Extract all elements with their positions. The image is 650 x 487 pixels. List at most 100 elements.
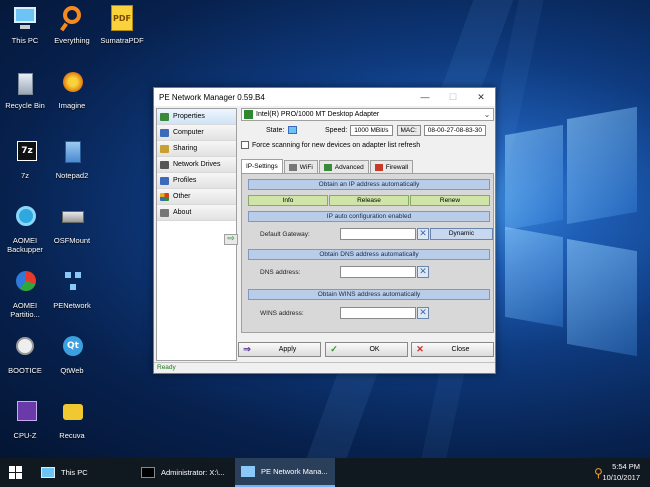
aomei-partition-icon <box>10 270 40 298</box>
obtain-dns-checkbox[interactable]: Obtain DNS address automatically <box>248 249 490 260</box>
penetwork-icon <box>241 466 255 477</box>
tab-bar: IP-Settings WiFi Advanced Firewall <box>241 159 414 173</box>
ok-button[interactable]: ✓ OK <box>325 342 408 357</box>
desktop-icon-osfmount[interactable]: OSFMount <box>47 205 97 245</box>
obtain-ip-checkbox[interactable]: Obtain an IP address automatically <box>248 179 490 190</box>
wifi-icon <box>288 163 297 171</box>
desktop-icon-bootice[interactable]: BOOTICE <box>0 335 50 375</box>
network-state-icon <box>288 126 298 134</box>
pe-network-manager-window: PE Network Manager 0.59.B4 — ☐ ✕ Propert… <box>153 87 496 374</box>
desktop-icon-recuva[interactable]: Recuva <box>47 400 97 440</box>
adapter-select[interactable]: Intel(R) PRO/1000 MT Desktop Adapter ⌄ <box>241 108 494 121</box>
desktop-icon-qtweb[interactable]: Qt QtWeb <box>47 335 97 375</box>
desktop-icon-penetwork[interactable]: PENetwork <box>47 270 97 310</box>
desktop-icon-recycle-bin[interactable]: Recycle Bin <box>0 70 50 110</box>
clear-gateway-icon[interactable]: ✕ <box>417 228 429 240</box>
about-icon <box>160 208 169 217</box>
close-window-button[interactable]: ✕ <box>467 88 495 106</box>
network-drives-icon <box>160 160 169 169</box>
this-pc-icon <box>10 5 40 33</box>
clear-wins-icon[interactable]: ✕ <box>417 307 429 319</box>
desktop-icon-notepad2[interactable]: Notepad2 <box>47 140 97 180</box>
sidebar-item-network-drives[interactable]: Network Drives <box>157 157 236 173</box>
desktop-icon-sumatrapdf[interactable]: PDF SumatraPDF <box>97 5 147 45</box>
windows-logo-wallpaper <box>505 95 637 365</box>
apply-button[interactable]: ⇒ Apply <box>238 342 321 357</box>
title-bar[interactable]: PE Network Manager 0.59.B4 — ☐ ✕ <box>154 88 495 106</box>
other-icon <box>160 192 169 201</box>
taskbar-item-pe-network[interactable]: PE Network Mana... <box>235 458 335 487</box>
desktop-icon-cpu-z[interactable]: CPU-Z <box>0 400 50 440</box>
taskbar-item-this-pc[interactable]: This PC <box>35 458 135 487</box>
cpu-z-icon <box>10 400 40 428</box>
computer-icon <box>160 128 169 137</box>
sidebar-item-profiles[interactable]: Profiles <box>157 173 236 189</box>
tab-ip-settings[interactable]: IP-Settings <box>241 159 283 173</box>
cmd-icon <box>141 467 155 478</box>
sidebar: Properties Computer Sharing Network Driv… <box>156 108 238 361</box>
dynamic-button[interactable]: Dynamic <box>430 228 493 240</box>
sidebar-item-sharing[interactable]: Sharing <box>157 141 236 157</box>
recycle-bin-icon <box>10 70 40 98</box>
ip-auto-config-checkbox[interactable]: IP auto configuration enabled <box>248 211 490 222</box>
adapter-name: Intel(R) PRO/1000 MT Desktop Adapter <box>256 111 380 118</box>
release-button[interactable]: Release <box>329 195 409 206</box>
info-button[interactable]: Info <box>248 195 328 206</box>
recuva-icon <box>57 400 87 428</box>
wins-input[interactable] <box>340 307 416 319</box>
status-bar: Ready <box>154 362 495 373</box>
gateway-label: Default Gateway: <box>260 231 310 238</box>
apply-arrow-icon: ⇒ <box>243 344 251 354</box>
pdf-icon: PDF <box>107 5 137 33</box>
clock[interactable]: 5:54 PM 10/10/2017 <box>602 461 640 483</box>
tab-wifi[interactable]: WiFi <box>283 160 318 173</box>
speed-label: Speed: <box>325 127 348 134</box>
aomei-backupper-icon <box>10 205 40 233</box>
dns-label: DNS address: <box>260 269 301 276</box>
close-button[interactable]: ✕ Close <box>411 342 494 357</box>
adapter-icon <box>244 110 253 119</box>
chevron-down-icon: ⌄ <box>483 110 491 119</box>
7z-icon: 7z <box>10 140 40 168</box>
desktop-icon-aomei-backupper[interactable]: AOMEI Backupper <box>0 205 50 254</box>
start-button[interactable] <box>0 458 30 487</box>
taskbar-item-cmd[interactable]: Administrator: X:\... <box>135 458 235 487</box>
mac-button[interactable]: MAC: <box>396 125 421 136</box>
obtain-wins-checkbox[interactable]: Obtain WINS address automatically <box>248 289 490 300</box>
desktop-icon-7z[interactable]: 7z 7z <box>0 140 50 180</box>
advanced-icon <box>323 163 332 171</box>
force-scan-checkbox[interactable] <box>241 141 249 149</box>
bootice-icon <box>10 335 40 363</box>
taskbar: This PC Administrator: X:\... PE Network… <box>0 458 650 487</box>
properties-panel: Intel(R) PRO/1000 MT Desktop Adapter ⌄ S… <box>241 108 494 333</box>
properties-icon <box>160 112 169 121</box>
sidebar-item-computer[interactable]: Computer <box>157 125 236 141</box>
minimize-button[interactable]: — <box>411 88 439 106</box>
osfmount-icon <box>57 205 87 233</box>
dns-input[interactable] <box>340 266 416 278</box>
sidebar-item-other[interactable]: Other <box>157 189 236 205</box>
sidebar-item-about[interactable]: About <box>157 205 236 221</box>
renew-button[interactable]: Renew <box>410 195 490 206</box>
desktop-icon-everything[interactable]: Everything <box>47 5 97 45</box>
wins-label: WINS address: <box>260 310 304 317</box>
imagine-icon <box>57 70 87 98</box>
profiles-icon <box>160 176 169 185</box>
force-scan-label: Force scanning for new devices on adapte… <box>252 141 421 149</box>
arrow-right-icon[interactable]: ⇨ <box>224 234 238 245</box>
sidebar-item-properties[interactable]: Properties <box>157 109 236 125</box>
tab-firewall[interactable]: Firewall <box>369 160 414 173</box>
desktop-icon-aomei-partition[interactable]: AOMEI Partitio... <box>0 270 50 319</box>
check-icon: ✓ <box>330 344 338 354</box>
clear-dns-icon[interactable]: ✕ <box>417 266 429 278</box>
sharing-icon <box>160 144 169 153</box>
state-label: State: <box>266 126 285 134</box>
gateway-input[interactable] <box>340 228 416 240</box>
tab-advanced[interactable]: Advanced <box>318 160 369 173</box>
desktop-icon-this-pc[interactable]: This PC <box>0 5 50 45</box>
penetwork-icon <box>57 270 87 298</box>
maximize-button[interactable]: ☐ <box>439 88 467 106</box>
clock-date: 10/10/2017 <box>602 473 640 482</box>
desktop-icon-imagine[interactable]: Imagine <box>47 70 97 110</box>
this-pc-icon <box>41 467 55 478</box>
